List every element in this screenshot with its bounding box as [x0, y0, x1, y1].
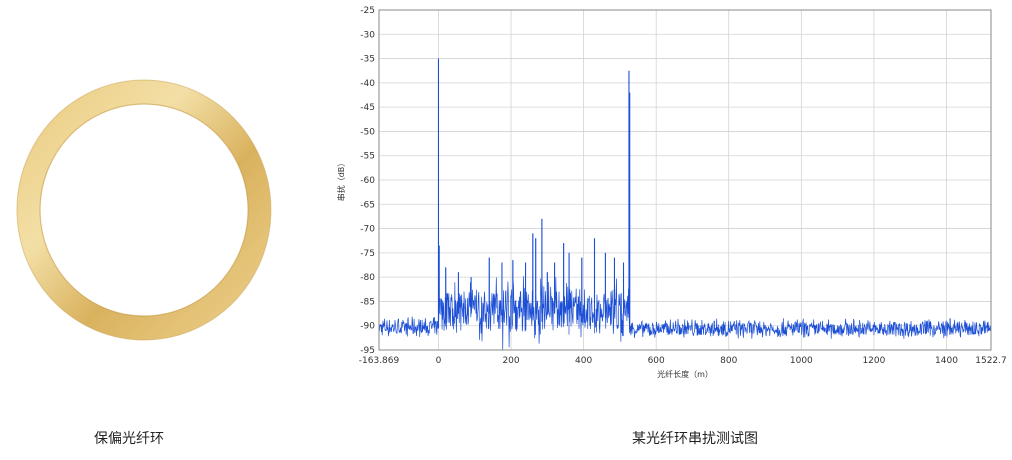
x-tick-label: 600: [648, 356, 665, 366]
crosstalk-chart-svg: -25 -30 -35 -40 -45 -50 -55 -60 -65 -70 -75 -80 -85 -…: [336, 6, 1007, 379]
caption-fiber-ring: 保偏光纤环: [94, 431, 164, 447]
fiber-ring-image: [16, 79, 272, 341]
fiber-ring: [16, 80, 271, 340]
fiber-ring-inner-edge: [39, 103, 249, 317]
y-tick-label: -85: [360, 297, 375, 307]
y-tick-label: -25: [360, 6, 375, 16]
y-tick-label: -70: [360, 225, 375, 235]
y-tick-label: -55: [360, 152, 375, 162]
x-tick-label: 400: [575, 356, 592, 366]
x-tick-label: -163.869: [359, 356, 400, 366]
fiber-ring-photo: [0, 60, 290, 360]
y-tick-label: -75: [360, 249, 375, 259]
y-tick-label: -30: [360, 30, 375, 40]
crosstalk-chart: -25 -30 -35 -40 -45 -50 -55 -60 -65 -70 -75 -80 -85 -…: [330, 0, 1012, 392]
x-tick-label: 200: [502, 356, 519, 366]
x-axis-label: 光纤长度（m）: [657, 369, 713, 379]
y-tick-label: -90: [360, 322, 375, 332]
y-axis-label: 串扰（dB）: [336, 159, 346, 202]
y-tick-label: -45: [360, 103, 375, 113]
y-tick-label: -65: [360, 200, 375, 210]
x-tick-label: 1200: [862, 356, 885, 366]
y-tick-label: -35: [360, 55, 375, 65]
y-tick-label: -60: [360, 176, 375, 186]
y-tick-label: -80: [360, 273, 375, 283]
y-tick-label: -40: [360, 79, 375, 89]
y-tick-label: -95: [360, 346, 375, 356]
x-tick-label: 1522.7: [975, 356, 1007, 366]
x-tick-label: 1400: [935, 356, 958, 366]
x-tick-label: 0: [436, 356, 442, 366]
x-tick-label: 800: [720, 356, 737, 366]
x-tick-label: 1000: [790, 356, 813, 366]
caption-crosstalk-chart: 某光纤环串扰测试图: [632, 431, 758, 447]
y-tick-label: -50: [360, 127, 375, 137]
